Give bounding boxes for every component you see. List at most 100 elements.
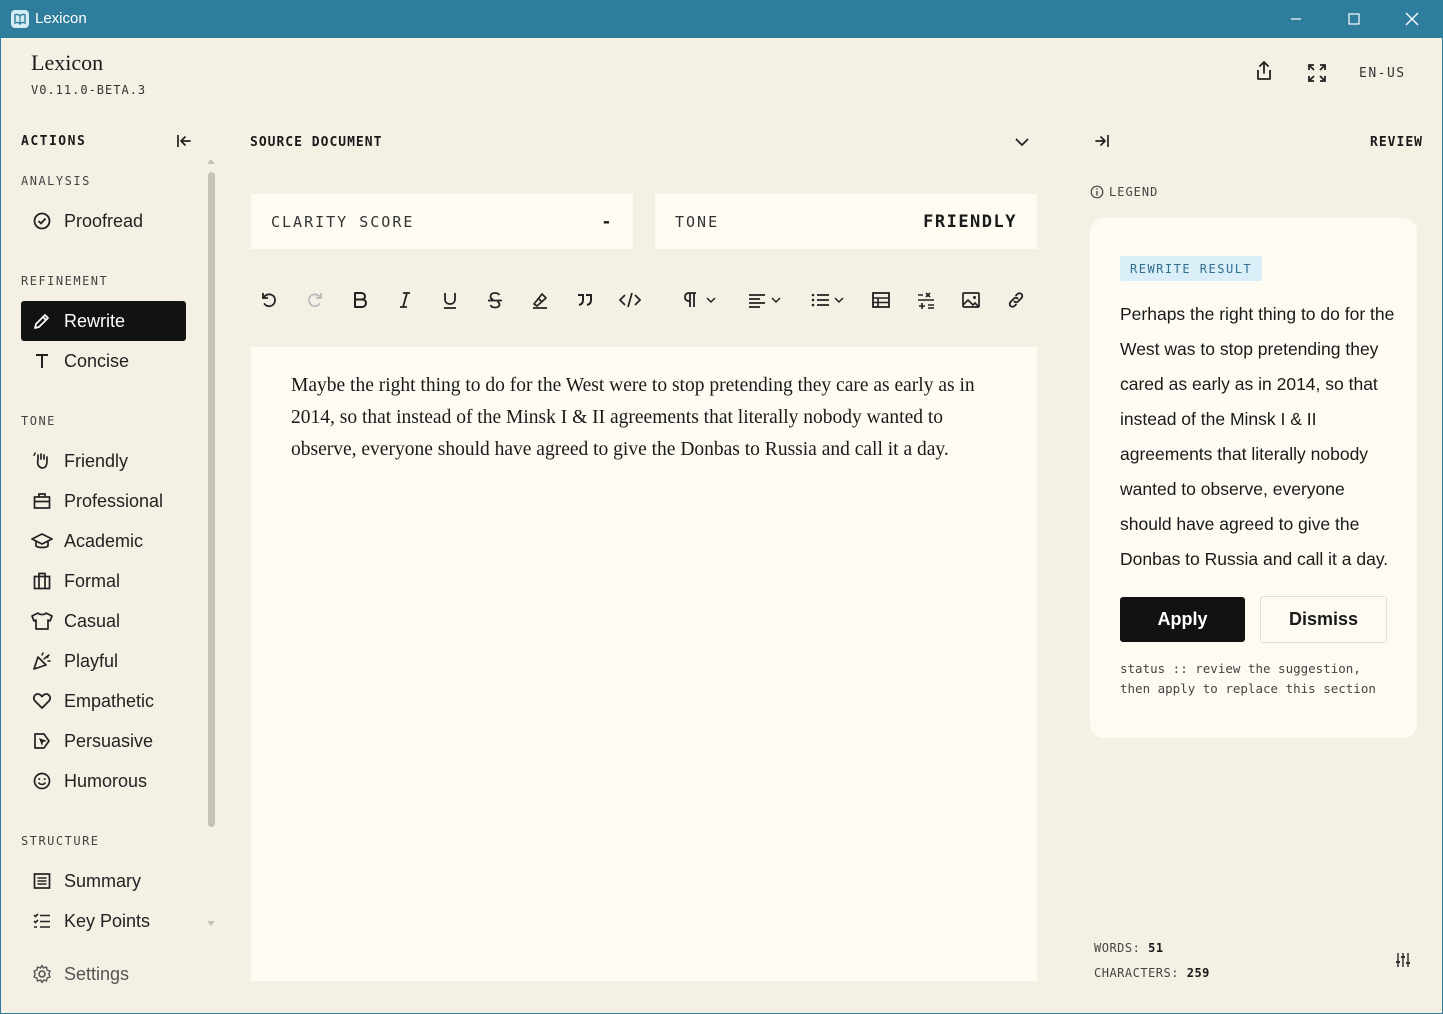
window-titlebar: Lexicon (0, 0, 1443, 38)
legend-toggle[interactable]: LEGEND (1090, 185, 1158, 199)
table-icon (872, 292, 890, 308)
sidebar-item-label: Rewrite (64, 310, 126, 331)
info-icon (1090, 185, 1104, 199)
table-button[interactable] (866, 285, 896, 315)
book-icon (10, 9, 30, 29)
words-value: 51 (1148, 941, 1164, 955)
paragraph-icon (684, 292, 716, 307)
collapse-review-button[interactable] (1093, 132, 1111, 150)
window-border-left (0, 38, 1, 1014)
sidebar-item-label: Summary (64, 870, 142, 891)
sidebar-item-academic[interactable]: Academic (21, 521, 186, 561)
expand-icon (1308, 64, 1326, 82)
clarity-score-label: CLARITY SCORE (271, 213, 415, 231)
sidebar-item-humorous[interactable]: Humorous (21, 761, 186, 801)
collapse-right-icon (1095, 135, 1109, 147)
adjustments-button[interactable] (1394, 951, 1412, 969)
close-button[interactable] (1383, 0, 1441, 38)
app-version: V0.11.0-BETA.3 (31, 83, 147, 97)
settings-button[interactable]: Settings (21, 954, 186, 994)
sidebar-item-empathetic[interactable]: Empathetic (21, 681, 186, 721)
sidebar-item-key-points[interactable]: Key Points (21, 901, 186, 941)
smile-icon (31, 770, 53, 792)
rewrite-result-text: Perhaps the right thing to do for the We… (1120, 304, 1395, 569)
sidebar-item-proofread[interactable]: Proofread (21, 201, 186, 241)
document-text[interactable]: Maybe the right thing to do for the West… (291, 370, 1001, 466)
rewrite-result-badge: REWRITE RESULT (1120, 256, 1263, 281)
link-icon (1008, 292, 1024, 308)
sidebar-item-label: Persuasive (64, 730, 154, 751)
structure-heading: STRUCTURE (21, 834, 100, 848)
locale-selector[interactable]: EN-US (1359, 66, 1406, 81)
collapse-sidebar-button[interactable] (175, 132, 193, 150)
align-left-icon (749, 294, 781, 308)
maximize-button[interactable] (1325, 0, 1383, 38)
sidebar-item-label: Casual (64, 610, 121, 631)
dismiss-button[interactable]: Dismiss (1260, 596, 1387, 643)
highlight-icon (533, 293, 547, 309)
strikethrough-icon (488, 292, 502, 309)
insert-row-button[interactable] (911, 285, 941, 315)
sidebar-item-rewrite[interactable]: Rewrite (21, 301, 186, 341)
scroll-down-arrow-icon[interactable] (207, 921, 215, 926)
sidebar-item-casual[interactable]: Casual (21, 601, 186, 641)
italic-button[interactable] (390, 285, 420, 315)
text-icon (31, 350, 53, 372)
graduation-cap-icon (31, 530, 53, 552)
redo-button[interactable] (300, 285, 330, 315)
link-button[interactable] (1001, 285, 1031, 315)
redo-icon (308, 293, 322, 308)
sidebar-item-summary[interactable]: Summary (21, 861, 186, 901)
characters-label: CHARACTERS: (1094, 966, 1179, 980)
minimize-button[interactable] (1267, 0, 1325, 38)
undo-button[interactable] (254, 285, 284, 315)
quote-button[interactable] (570, 285, 600, 315)
heart-icon (31, 690, 53, 712)
highlight-button[interactable] (525, 285, 555, 315)
align-dropdown[interactable] (745, 285, 785, 315)
sidebar-item-concise[interactable]: Concise (21, 341, 186, 381)
analysis-heading: ANALYSIS (21, 174, 91, 188)
list-icon (811, 293, 844, 307)
scroll-up-arrow-icon[interactable] (207, 159, 215, 164)
tone-heading: TONE (21, 414, 56, 428)
source-collapse-button[interactable] (1014, 134, 1030, 150)
sidebar-item-friendly[interactable]: Friendly (21, 441, 186, 481)
legend-label: LEGEND (1109, 185, 1159, 199)
window-title: Lexicon (35, 10, 87, 27)
code-icon (619, 292, 641, 308)
character-count: CHARACTERS: 259 (1094, 966, 1210, 980)
close-icon (1405, 12, 1419, 26)
sidebar-item-playful[interactable]: Playful (21, 641, 186, 681)
collapse-left-icon (177, 135, 191, 147)
apply-button[interactable]: Apply (1120, 597, 1245, 642)
fullscreen-button[interactable] (1307, 63, 1327, 83)
strikethrough-button[interactable] (480, 285, 510, 315)
sidebar-item-label: Proofread (64, 210, 144, 231)
code-button[interactable] (615, 285, 645, 315)
image-button[interactable] (956, 285, 986, 315)
briefcase-icon (31, 490, 53, 512)
app-name: Lexicon (31, 50, 104, 75)
rewrite-result-card: REWRITE RESULT Perhaps the right thing t… (1090, 218, 1417, 738)
sidebar-item-persuasive[interactable]: Persuasive (21, 721, 186, 761)
sidebar-item-formal[interactable]: Formal (21, 561, 186, 601)
suitcase-icon (31, 570, 53, 592)
tshirt-icon (31, 610, 53, 632)
tone-value: FRIENDLY (923, 212, 1017, 232)
underline-button[interactable] (435, 285, 465, 315)
bold-button[interactable] (345, 285, 375, 315)
paragraph-dropdown[interactable] (680, 285, 720, 315)
list-dropdown[interactable] (808, 285, 848, 315)
maximize-icon (1348, 13, 1360, 25)
characters-value: 259 (1186, 966, 1210, 980)
checklist-icon (31, 910, 53, 932)
sidebar-item-professional[interactable]: Professional (21, 481, 186, 521)
share-button[interactable] (1254, 60, 1274, 82)
cursor-flag-icon (31, 730, 53, 752)
share-icon (1257, 61, 1271, 80)
sidebar-item-label: Formal (64, 570, 121, 591)
sidebar-scrollbar[interactable] (208, 172, 215, 827)
check-circle-icon (31, 210, 53, 232)
gear-icon (31, 963, 53, 985)
